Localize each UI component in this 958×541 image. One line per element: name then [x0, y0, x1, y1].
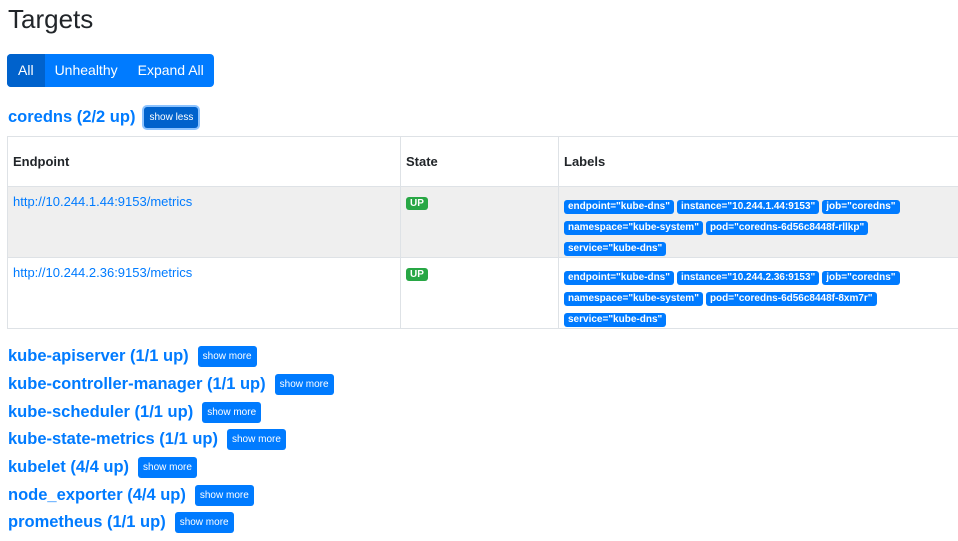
show-more-button[interactable]: show more — [138, 456, 197, 478]
table-header-row: Endpoint State Labels — [7, 136, 958, 187]
targets-table: Endpoint State Labels http://10.244.1.44… — [7, 136, 958, 329]
label-badge: pod="coredns-6d56c8448f-rllkp" — [705, 221, 869, 235]
page-title: Targets — [8, 4, 94, 34]
state-cell: UP — [400, 257, 559, 329]
job-title[interactable]: node_exporter (4/4 up) — [8, 484, 186, 506]
job-title[interactable]: prometheus (1/1 up) — [8, 511, 166, 533]
show-more-button[interactable]: show more — [202, 401, 262, 423]
endpoint-cell: http://10.244.2.36:9153/metrics — [7, 257, 401, 329]
endpoint-link[interactable]: http://10.244.1.44:9153/metrics — [13, 194, 192, 209]
label-badge: service="kube-dns" — [564, 242, 667, 256]
show-more-button[interactable]: show more — [174, 511, 234, 533]
label-badge: pod="coredns-6d56c8448f-8xm7r" — [705, 292, 877, 306]
job-header-prometheus: prometheus (1/1 up) show more — [8, 511, 234, 533]
show-more-button[interactable]: show more — [197, 345, 257, 367]
show-more-button[interactable]: show more — [226, 428, 286, 450]
job-header-kubelet: kubelet (4/4 up) show more — [8, 456, 197, 478]
job-header-kube-apiserver: kube-apiserver (1/1 up) show more — [8, 345, 257, 367]
job-title[interactable]: kube-apiserver (1/1 up) — [8, 345, 189, 367]
show-more-button[interactable]: show more — [194, 484, 254, 506]
job-header-kube-scheduler: kube-scheduler (1/1 up) show more — [8, 401, 262, 423]
filter-unhealthy-button[interactable]: Unhealthy — [45, 54, 128, 87]
show-more-button[interactable]: show more — [274, 373, 334, 395]
label-badge: service="kube-dns" — [564, 313, 667, 327]
job-header-kube-state-metrics: kube-state-metrics (1/1 up) show more — [8, 428, 286, 450]
show-less-button[interactable]: show less — [144, 106, 199, 128]
filter-all-button[interactable]: All — [7, 54, 45, 87]
endpoint-cell: http://10.244.1.44:9153/metrics — [7, 186, 401, 258]
state-cell: UP — [400, 186, 559, 258]
label-badge: namespace="kube-system" — [564, 292, 703, 306]
job-header-kube-controller-manager: kube-controller-manager (1/1 up) show mo… — [8, 373, 334, 395]
job-title[interactable]: kube-scheduler (1/1 up) — [8, 401, 193, 423]
endpoint-link[interactable]: http://10.244.2.36:9153/metrics — [13, 265, 192, 280]
target-filter-group: All Unhealthy Expand All — [7, 54, 214, 87]
state-badge: UP — [406, 197, 428, 210]
label-badge: endpoint="kube-dns" — [564, 200, 674, 214]
table-row: http://10.244.1.44:9153/metrics UP endpo… — [7, 186, 958, 258]
label-badge: namespace="kube-system" — [564, 221, 703, 235]
label-badge: job="coredns" — [822, 200, 900, 214]
job-title[interactable]: kube-state-metrics (1/1 up) — [8, 428, 218, 450]
job-title-coredns[interactable]: coredns (2/2 up) — [8, 106, 135, 128]
column-header-labels: Labels — [558, 136, 958, 187]
label-badge: instance="10.244.1.44:9153" — [676, 200, 820, 214]
labels-cell: endpoint="kube-dns" instance="10.244.1.44… — [558, 186, 958, 258]
job-header-node-exporter: node_exporter (4/4 up) show more — [8, 484, 254, 506]
job-title[interactable]: kubelet (4/4 up) — [8, 456, 129, 478]
job-header-coredns: coredns (2/2 up) show less — [8, 106, 199, 128]
label-badge: instance="10.244.2.36:9153" — [676, 271, 820, 285]
job-title[interactable]: kube-controller-manager (1/1 up) — [8, 373, 266, 395]
labels-cell: endpoint="kube-dns" instance="10.244.2.36… — [558, 257, 958, 329]
label-badge: endpoint="kube-dns" — [564, 271, 674, 285]
table-row: http://10.244.2.36:9153/metrics UP endpo… — [7, 257, 958, 329]
column-header-state: State — [400, 136, 559, 187]
label-badge: job="coredns" — [822, 271, 900, 285]
column-header-endpoint: Endpoint — [7, 136, 401, 187]
expand-all-button[interactable]: Expand All — [128, 54, 214, 87]
state-badge: UP — [406, 268, 428, 281]
